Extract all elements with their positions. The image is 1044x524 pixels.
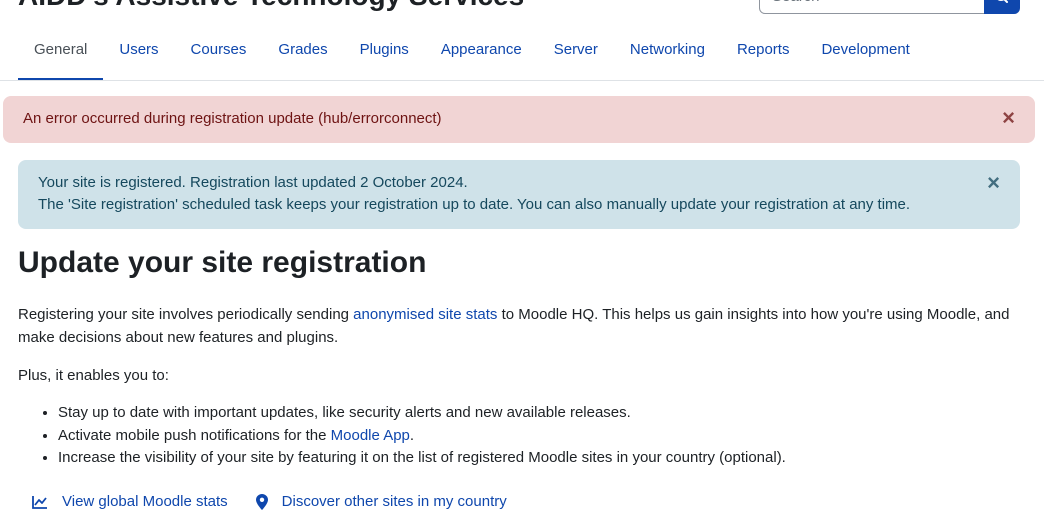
tab-plugins[interactable]: Plugins: [344, 30, 425, 81]
tab-courses[interactable]: Courses: [175, 30, 263, 81]
admin-nav-tabs: General Users Courses Grades Plugins App…: [18, 30, 1044, 81]
tab-grades[interactable]: Grades: [262, 30, 343, 81]
error-alert-text: An error occurred during registration up…: [23, 110, 442, 127]
search-icon: [997, 0, 1008, 3]
list-item-text: Stay up to date with important updates, …: [58, 404, 631, 421]
intro-text: Registering your site involves periodica…: [18, 306, 354, 323]
search-button[interactable]: [984, 0, 1020, 14]
info-alert: Your site is registered. Registration la…: [18, 160, 1020, 229]
close-icon[interactable]: ×: [1002, 107, 1015, 129]
discover-sites-label: Discover other sites in my country: [281, 493, 507, 510]
benefits-list: Stay up to date with important updates, …: [58, 402, 1018, 470]
tab-reports[interactable]: Reports: [721, 30, 806, 81]
list-item-text-end: .: [409, 426, 415, 444]
info-alert-line-2: The 'Site registration' scheduled task k…: [38, 196, 911, 213]
tab-users[interactable]: Users: [103, 30, 174, 81]
search-input[interactable]: [759, 0, 985, 14]
links-row: View global Moodle stats Discover other …: [32, 493, 535, 510]
tab-development[interactable]: Development: [805, 30, 925, 81]
tabs-divider: [0, 80, 1044, 81]
tab-networking[interactable]: Networking: [614, 30, 721, 81]
info-alert-line-1: Your site is registered. Registration la…: [38, 174, 468, 191]
view-stats-link[interactable]: View global Moodle stats: [32, 493, 228, 510]
error-alert: An error occurred during registration up…: [3, 96, 1035, 143]
view-stats-label: View global Moodle stats: [62, 493, 228, 510]
moodle-app-link[interactable]: Moodle App: [331, 427, 410, 444]
discover-sites-link[interactable]: Discover other sites in my country: [255, 493, 507, 510]
anonymised-stats-link[interactable]: anonymised site stats: [353, 306, 497, 323]
line-chart-icon: [32, 495, 47, 509]
section-heading: Update your site registration: [18, 246, 427, 279]
plus-paragraph: Plus, it enables you to:: [18, 367, 169, 384]
tab-general[interactable]: General: [18, 30, 104, 81]
registration-description: Registering your site involves periodica…: [18, 303, 1018, 470]
list-item-text: Increase the visibility of your site by …: [58, 449, 786, 466]
map-pin-icon: [255, 493, 268, 510]
intro-paragraph: Registering your site involves periodica…: [18, 303, 1018, 349]
list-item: Stay up to date with important updates, …: [58, 402, 1018, 425]
list-item: Activate mobile push notifications for t…: [58, 425, 1018, 448]
tab-server[interactable]: Server: [538, 30, 614, 81]
list-item-text: Activate mobile push notifications for t…: [58, 426, 331, 444]
page-title: AIDD's Assistive Technology Services: [18, 0, 524, 12]
list-item: Increase the visibility of your site by …: [58, 447, 1018, 470]
close-icon[interactable]: ×: [987, 172, 1000, 194]
tab-appearance[interactable]: Appearance: [425, 30, 538, 81]
